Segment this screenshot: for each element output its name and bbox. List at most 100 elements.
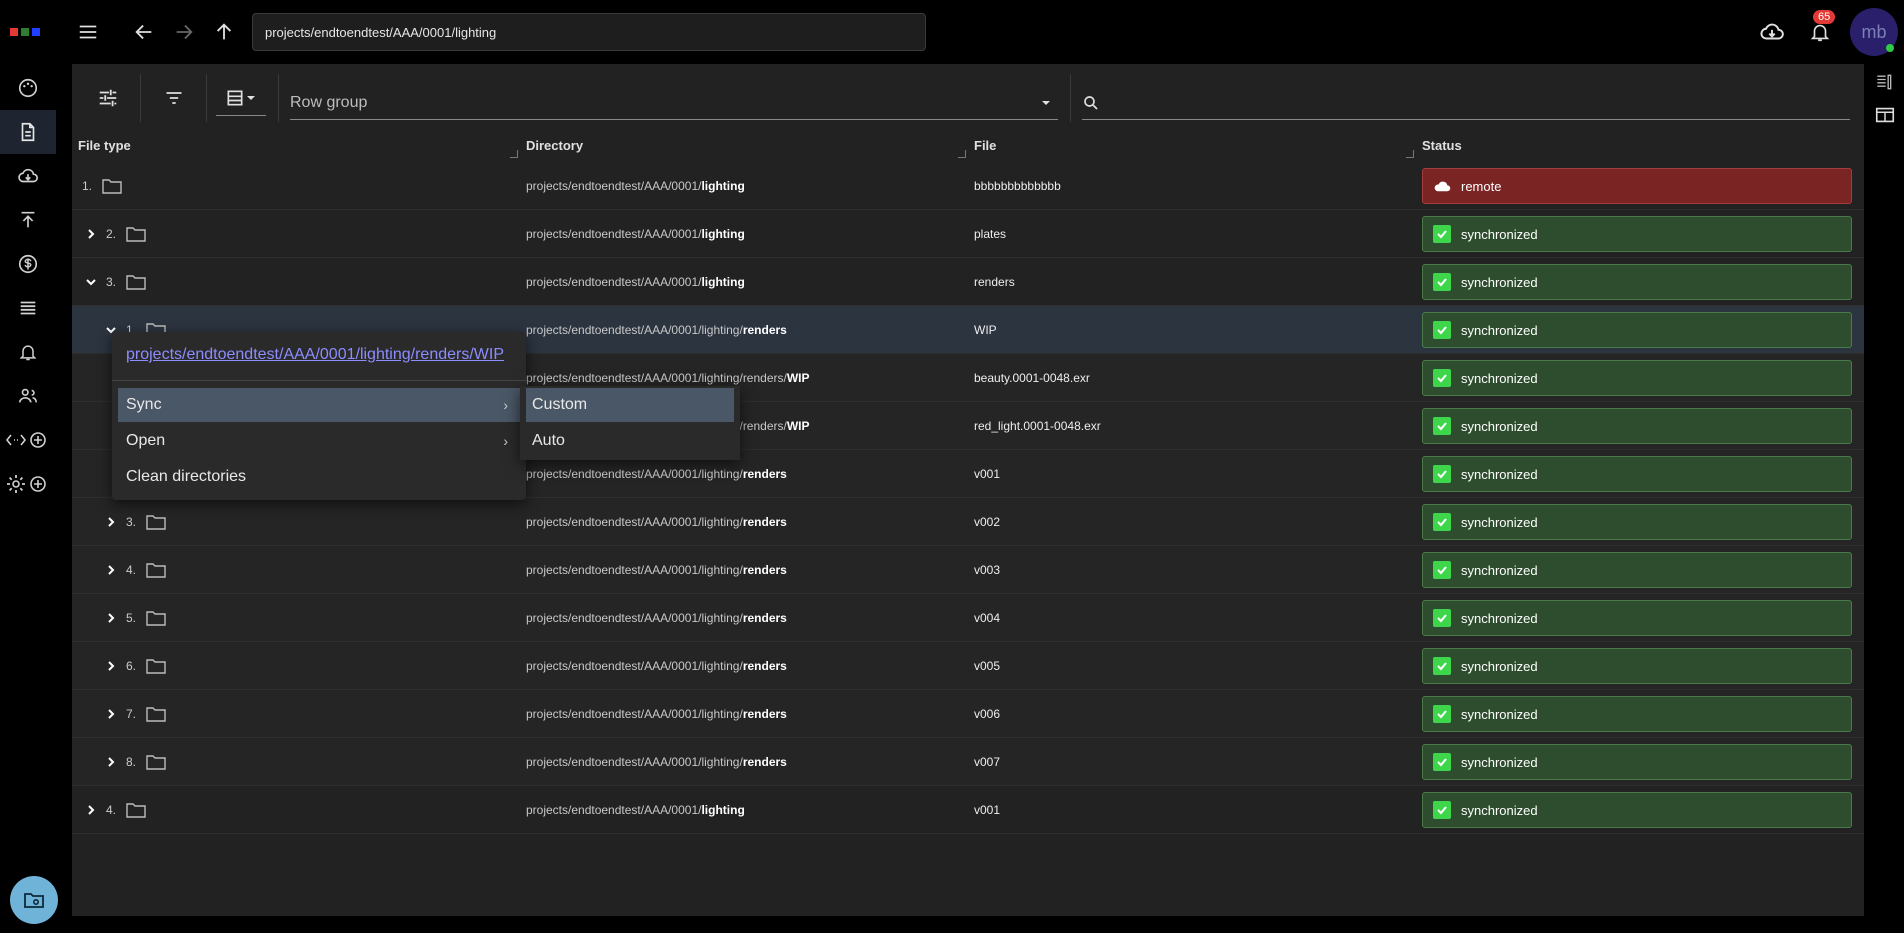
expand-chevron-icon[interactable]	[82, 225, 100, 243]
caret-down-icon	[1042, 100, 1050, 105]
directory-prefix: projects/endtoendtest/AAA/0001/lighting/	[526, 611, 743, 625]
column-resize-handle[interactable]	[510, 150, 518, 158]
upload-icon	[21, 211, 35, 228]
chevron-right-icon: ›	[503, 433, 508, 449]
forward-arrow-icon[interactable]	[168, 16, 200, 48]
sidebar-item-downloads[interactable]	[0, 154, 56, 198]
columns-panel-icon[interactable]	[1874, 72, 1896, 94]
submenu-item-custom[interactable]: Custom	[526, 388, 734, 422]
search-icon	[1084, 95, 1098, 110]
folder-icon	[102, 179, 122, 194]
menu-icon[interactable]	[72, 16, 104, 48]
sidebar-item-billing[interactable]	[0, 242, 56, 286]
file-manager-fab[interactable]	[10, 876, 58, 924]
table-row[interactable]: 3. projects/endtoendtest/AAA/0001/lighti…	[72, 498, 1864, 546]
directory-prefix: projects/endtoendtest/AAA/0001/lighting/…	[526, 371, 787, 385]
column-header-directory[interactable]: Directory	[526, 138, 583, 153]
back-arrow-icon[interactable]	[128, 16, 160, 48]
table-row[interactable]: 4. projects/endtoendtest/AAA/0001/lighti…	[72, 786, 1864, 834]
table-row[interactable]: 4. projects/endtoendtest/AAA/0001/lighti…	[72, 546, 1864, 594]
status-label: synchronized	[1461, 322, 1538, 338]
window-panel-icon[interactable]	[1874, 104, 1896, 126]
status-badge: synchronized	[1422, 696, 1852, 732]
table-row[interactable]: 5. projects/endtoendtest/AAA/0001/lighti…	[72, 594, 1864, 642]
status-badge: synchronized	[1422, 648, 1852, 684]
gear-plus-icon	[7, 475, 46, 493]
view-mode-dropdown[interactable]	[216, 80, 266, 116]
sidebar-item-upload[interactable]	[0, 198, 56, 242]
path-input[interactable]	[252, 13, 926, 51]
expand-chevron-icon[interactable]	[102, 753, 120, 771]
status-label: synchronized	[1461, 658, 1538, 674]
status-badge: synchronized	[1422, 552, 1852, 588]
directory-cell: projects/endtoendtest/AAA/0001/lighting	[526, 258, 745, 306]
menu-item-open[interactable]: Open ›	[118, 424, 520, 458]
column-resize-handle[interactable]	[1406, 150, 1414, 158]
directory-cell: projects/endtoendtest/AAA/0001/lighting/…	[526, 594, 787, 642]
checkmark-icon	[1433, 609, 1451, 627]
grid-toolbar: Row group	[72, 64, 1864, 128]
table-row[interactable]: 2. projects/endtoendtest/AAA/0001/lighti…	[72, 210, 1864, 258]
expand-chevron-icon[interactable]	[102, 657, 120, 675]
bell-icon	[19, 345, 37, 361]
up-arrow-icon[interactable]	[208, 16, 240, 48]
directory-cell: projects/endtoendtest/AAA/0001/lighting/…	[526, 738, 787, 786]
table-view-icon	[227, 90, 243, 105]
directory-leaf: renders	[742, 659, 787, 673]
checkmark-icon	[1433, 753, 1451, 771]
sidebar-item-api-add[interactable]	[0, 418, 56, 462]
submenu-item-auto[interactable]: Auto	[526, 424, 734, 458]
status-label: synchronized	[1461, 274, 1538, 290]
sidebar-item-dashboard[interactable]	[0, 66, 56, 110]
table-row[interactable]: 3. projects/endtoendtest/AAA/0001/lighti…	[72, 258, 1864, 306]
file-cell: renders	[974, 275, 1015, 289]
expand-chevron-icon[interactable]	[102, 561, 120, 579]
context-menu-divider	[112, 380, 526, 381]
checkmark-icon	[1433, 657, 1451, 675]
column-resize-handle[interactable]	[958, 150, 966, 158]
filter-icon[interactable]	[156, 80, 192, 116]
table-row[interactable]: 1. projects/endtoendtest/AAA/0001/lighti…	[72, 162, 1864, 210]
code-plus-icon	[5, 432, 46, 448]
context-menu-path-link[interactable]: projects/endtoendtest/AAA/0001/lighting/…	[126, 346, 504, 364]
status-badge: synchronized	[1422, 264, 1852, 300]
context-menu: projects/endtoendtest/AAA/0001/lighting/…	[112, 332, 526, 500]
table-row[interactable]: 6. projects/endtoendtest/AAA/0001/lighti…	[72, 642, 1864, 690]
grid-header: File type Directory File Status	[72, 128, 1864, 162]
sidebar-item-settings-add[interactable]	[0, 462, 56, 506]
right-rail	[1864, 64, 1904, 933]
status-label: synchronized	[1461, 802, 1538, 818]
users-icon	[18, 388, 38, 403]
table-row[interactable]: 7. projects/endtoendtest/AAA/0001/lighti…	[72, 690, 1864, 738]
search-input[interactable]	[1082, 86, 1850, 120]
sidebar-item-storage[interactable]	[0, 286, 56, 330]
tune-icon[interactable]	[90, 80, 126, 116]
status-label: synchronized	[1461, 610, 1538, 626]
row-number: 3.	[106, 275, 117, 289]
status-label: synchronized	[1461, 706, 1538, 722]
status-label: remote	[1461, 178, 1502, 194]
expand-chevron-icon[interactable]	[102, 513, 120, 531]
checkmark-icon	[1433, 705, 1451, 723]
sidebar-item-notifications[interactable]	[0, 330, 56, 374]
expand-chevron-icon[interactable]	[102, 609, 120, 627]
column-header-status[interactable]: Status	[1422, 138, 1462, 153]
file-type-cell: 2.	[82, 210, 146, 258]
sidebar-item-files[interactable]	[0, 110, 56, 154]
sidebar-item-users[interactable]	[0, 374, 56, 418]
column-header-file[interactable]: File	[974, 138, 996, 153]
row-number: 5.	[126, 611, 137, 625]
collapse-chevron-icon[interactable]	[82, 273, 100, 291]
menu-item-sync[interactable]: Sync ›	[118, 388, 520, 422]
table-row[interactable]: 8. projects/endtoendtest/AAA/0001/lighti…	[72, 738, 1864, 786]
cloud-download-icon[interactable]	[1756, 16, 1788, 48]
file-cell: WIP	[974, 323, 997, 337]
expand-chevron-icon[interactable]	[102, 705, 120, 723]
cloud-download-icon	[18, 168, 38, 183]
directory-cell: projects/endtoendtest/AAA/0001/lighting/…	[526, 690, 787, 738]
column-header-file-type[interactable]: File type	[78, 138, 131, 153]
row-group-select[interactable]: Row group	[290, 86, 1058, 120]
status-label: synchronized	[1461, 562, 1538, 578]
expand-chevron-icon[interactable]	[82, 801, 100, 819]
menu-item-clean-directories[interactable]: Clean directories	[118, 460, 520, 494]
